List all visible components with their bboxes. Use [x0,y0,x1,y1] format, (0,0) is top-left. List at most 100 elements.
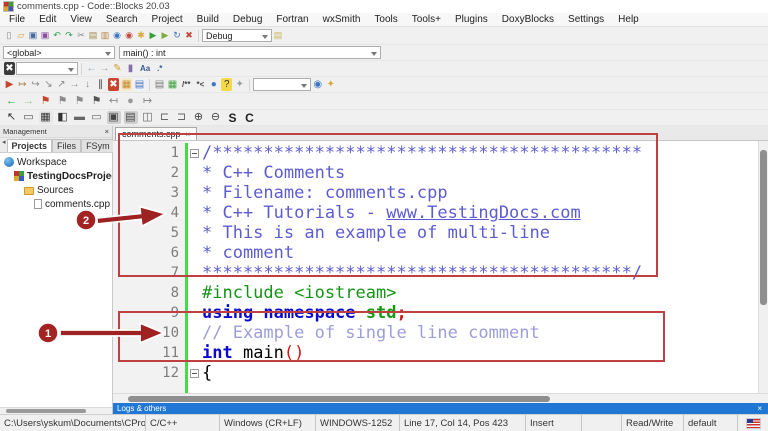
menu-item-help[interactable]: Help [611,14,646,25]
next-bookmark-icon[interactable]: ⚑ [73,95,87,108]
code-editor[interactable]: 1 /**************************************… [113,141,768,393]
tree-item-workspace[interactable]: Workspace [0,155,112,169]
scrollbar-thumb[interactable] [6,409,86,413]
search-prev-icon[interactable]: ← [86,62,97,75]
editor-tab-comments-cpp[interactable]: comments.cpp × [115,127,198,140]
next-line-icon[interactable]: ↪ [30,78,41,91]
zoom-out-icon[interactable]: ⊖ [209,111,223,124]
save-icon[interactable]: ▣ [28,29,38,42]
pointer-icon[interactable]: ↖ [5,111,19,124]
stop-debugger-icon[interactable]: ✖ [108,78,119,91]
menu-item-search[interactable]: Search [99,14,145,25]
close-icon[interactable]: × [186,130,191,139]
code-line-12[interactable]: 12 { [113,363,758,383]
code-line-8[interactable]: 8 #include <iostream> [113,283,758,303]
management-hscrollbar[interactable] [0,407,112,414]
management-tab-projects[interactable]: Projects [6,139,53,152]
next-instruction-icon[interactable]: → [69,78,80,91]
build-and-run-icon[interactable]: ▶ [160,29,170,42]
doxy-block-comment-icon[interactable]: /** [180,78,192,91]
run-to-cursor-icon[interactable]: ↦ [17,78,28,91]
jump-back-icon[interactable]: ↤ [107,95,121,108]
function-combo[interactable]: main() : int [119,46,381,59]
settings-wrench-icon[interactable]: ✦ [325,78,336,91]
compile-icon[interactable]: ✱ [136,29,146,42]
jump-forward-icon[interactable]: ↦ [141,95,155,108]
debug-continue-icon[interactable]: ▶ [4,78,15,91]
debugging-windows-icon[interactable]: ▦ [121,78,132,91]
menu-item-project[interactable]: Project [145,14,190,25]
run-icon[interactable]: ▶ [148,29,158,42]
sizer-grid-icon[interactable]: ▣ [106,111,121,124]
abort-icon[interactable]: ✖ [184,29,194,42]
rebuild-icon[interactable]: ↻ [172,29,182,42]
close-icon[interactable]: × [105,127,109,136]
fold-marker-icon[interactable] [190,149,199,158]
redo-icon[interactable]: ↷ [64,29,74,42]
code-line-9[interactable]: 9 using namespace std; [113,303,758,323]
source-icon[interactable]: S [226,111,240,124]
tree-item-testingdocsproject[interactable]: TestingDocsProject [0,169,112,183]
border-left-icon[interactable]: ◫ [141,111,155,124]
step-out-icon[interactable]: ↗ [56,78,67,91]
scrollbar-thumb[interactable] [128,396,550,402]
scope-combo[interactable]: <global> [3,46,115,59]
panel-a-icon[interactable]: ◧ [56,111,70,124]
menu-item-file[interactable]: File [2,14,32,25]
highlight-occurrences-icon[interactable]: ✎ [112,62,123,75]
code-line-7[interactable]: 7 ***************************************… [113,263,758,283]
jump-marker-icon[interactable]: ● [124,95,138,108]
code-line-4[interactable]: 4 * C++ Tutorials - www.TestingDocs.com [113,203,758,223]
undo-icon[interactable]: ↶ [52,29,62,42]
build-target-combo[interactable]: Debug [202,29,272,42]
various-info-icon[interactable]: ▤ [134,78,145,91]
doxy-run-html-icon[interactable]: ● [208,78,219,91]
menu-item-view[interactable]: View [63,14,99,25]
split-panel-icon[interactable]: ▦ [38,111,53,124]
menu-item-build[interactable]: Build [190,14,226,25]
tree-item-sources[interactable]: Sources [0,183,112,197]
doxy-options-icon[interactable]: ✦ [234,78,245,91]
step-into-icon[interactable]: ↘ [43,78,54,91]
content-icon[interactable]: C [243,111,257,124]
copy-icon[interactable]: ▤ [88,29,98,42]
search-next-icon[interactable]: → [99,62,110,75]
match-case-icon[interactable]: Aa [138,62,152,75]
logs-panel-header[interactable]: Logs & others × [113,403,768,414]
sizer-vertical-icon[interactable]: ▭ [90,111,104,124]
doxy-line-comment-icon[interactable]: *< [194,78,206,91]
code-line-2[interactable]: 2 * C++ Comments [113,163,758,183]
code-line-6[interactable]: 6 * comment [113,243,758,263]
code-line-11[interactable]: 11 int main() [113,343,758,363]
menu-item-tools[interactable]: Tools [367,14,404,25]
build-target-icon[interactable]: ▤ [273,29,283,42]
scrollbar-thumb[interactable] [760,150,767,305]
nav-back-icon[interactable]: ← [5,95,19,108]
doxy-extract-icon[interactable]: ▤ [154,78,165,91]
window-widget-icon[interactable]: ▭ [22,111,36,124]
toggle-bookmark-icon[interactable]: ⚑ [39,95,53,108]
regex-icon[interactable]: .* [154,62,165,75]
menu-item-debug[interactable]: Debug [226,14,269,25]
menu-item-tools[interactable]: Tools+ [405,14,448,25]
save-all-icon[interactable]: ▣ [40,29,50,42]
paste-icon[interactable]: ▥ [100,29,110,42]
clear-search-icon[interactable]: ✖ [4,62,15,75]
step-into-instruction-icon[interactable]: ↓ [82,78,93,91]
new-file-icon[interactable]: ▯ [4,29,14,42]
prev-bookmark-icon[interactable]: ⚑ [56,95,70,108]
break-debugger-icon[interactable]: ∥ [95,78,106,91]
close-icon[interactable]: × [757,404,762,413]
doxy-run-chm-icon[interactable]: ? [221,78,233,91]
management-tab-fsym[interactable]: FSym [81,139,115,152]
code-line-10[interactable]: 10 // Example of single line comment [113,323,758,343]
clear-bookmarks-icon[interactable]: ⚑ [90,95,104,108]
zoom-in-icon[interactable]: ⊕ [192,111,206,124]
editor-hscrollbar[interactable] [113,393,768,403]
management-tab-files[interactable]: Files [52,139,82,152]
open-file-icon[interactable]: ▱ [16,29,26,42]
menu-item-doxyblocks[interactable]: DoxyBlocks [495,14,561,25]
editor-vscrollbar[interactable] [758,141,768,393]
border-top-icon[interactable]: ⊏ [158,111,172,124]
menu-item-edit[interactable]: Edit [32,14,63,25]
